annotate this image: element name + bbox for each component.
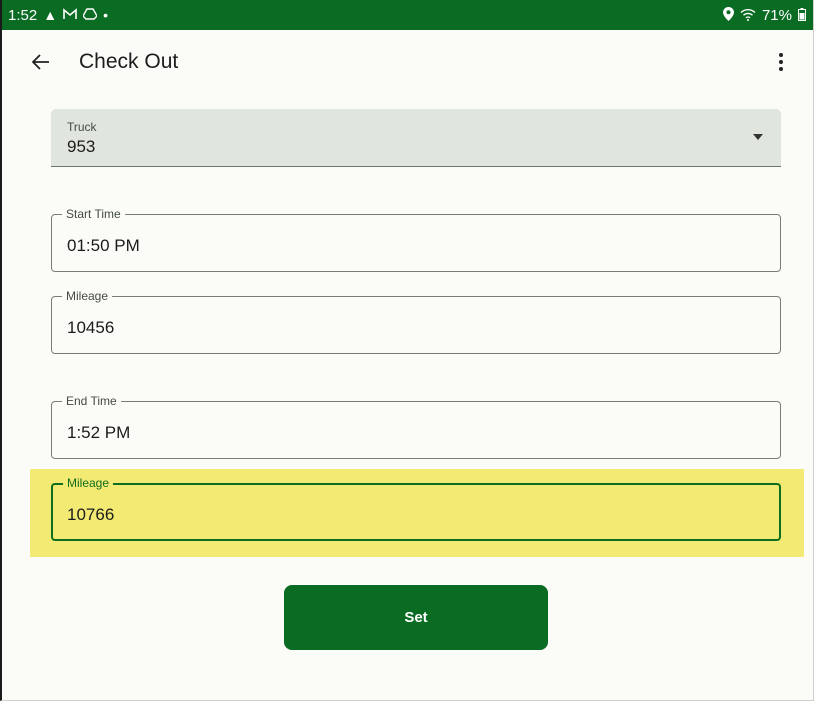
start-time-field[interactable]: Start Time 01:50 PM bbox=[51, 206, 781, 272]
status-time: 1:52 bbox=[8, 6, 38, 24]
end-time-field[interactable]: End Time 1:52 PM bbox=[51, 393, 781, 459]
location-icon bbox=[722, 7, 734, 23]
start-time-value: 01:50 PM bbox=[67, 236, 140, 255]
end-mileage-field[interactable]: Mileage 10766 bbox=[51, 475, 781, 541]
wifi-icon bbox=[740, 8, 756, 23]
truck-dropdown[interactable]: Truck 953 bbox=[51, 109, 781, 167]
start-mileage-label: Mileage bbox=[62, 288, 113, 304]
gmail-icon bbox=[63, 8, 77, 22]
status-bar: 1:52 ▲ • 71% bbox=[2, 0, 813, 30]
start-time-label: Start Time bbox=[62, 206, 125, 222]
battery-icon bbox=[798, 7, 806, 23]
status-left: 1:52 ▲ • bbox=[8, 7, 108, 24]
status-right: 71% bbox=[722, 6, 806, 24]
battery-percent: 71% bbox=[761, 6, 792, 24]
more-vert-icon[interactable] bbox=[778, 48, 784, 79]
dot-icon: • bbox=[103, 7, 108, 23]
truck-dropdown-value: 953 bbox=[67, 137, 96, 156]
start-mileage-field[interactable]: Mileage 10456 bbox=[51, 288, 781, 354]
start-mileage-value: 10456 bbox=[67, 318, 115, 337]
app-window: 1:52 ▲ • 71% Check Out Truck 953 Start T… bbox=[0, 0, 814, 701]
app-bar: Check Out bbox=[2, 30, 813, 96]
dropdown-arrow-icon[interactable] bbox=[753, 134, 763, 140]
end-mileage-label: Mileage bbox=[63, 475, 114, 491]
truck-dropdown-label: Truck bbox=[67, 120, 97, 134]
end-time-label: End Time bbox=[62, 393, 121, 409]
end-time-value: 1:52 PM bbox=[67, 423, 131, 442]
navigation-icon: ▲ bbox=[43, 7, 58, 23]
page-title: Check Out bbox=[79, 50, 179, 73]
back-arrow-icon[interactable] bbox=[31, 48, 50, 78]
drive-icon bbox=[82, 8, 98, 22]
end-mileage-value: 10766 bbox=[67, 505, 115, 524]
set-button[interactable]: Set bbox=[284, 585, 548, 650]
